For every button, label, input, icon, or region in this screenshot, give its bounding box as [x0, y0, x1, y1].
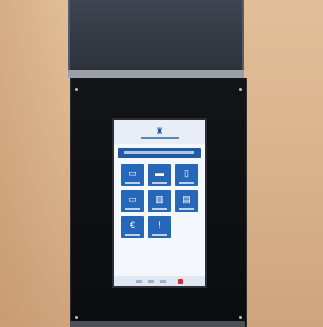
service-tile-grid: ▭ ▬ ▯ ▭ ▥ ▤ € !	[114, 162, 205, 238]
tile-card[interactable]: ▭	[121, 164, 144, 186]
chart-icon: ▥	[155, 194, 164, 204]
tile-chart[interactable]: ▥	[148, 190, 171, 212]
tile-info[interactable]: !	[148, 216, 171, 238]
screw-bottom-left	[75, 316, 78, 319]
screw-bottom-right	[239, 316, 242, 319]
card-icon: ▭	[128, 168, 137, 178]
tile-label-blur	[179, 208, 194, 210]
kiosk-touchscreen[interactable]: ♜ ▭ ▬ ▯ ▭ ▥ ▤ € !	[112, 118, 207, 288]
screen-title-bar	[118, 148, 201, 158]
screen-footer	[114, 276, 205, 286]
tile-label-blur	[125, 234, 140, 236]
document-icon: ▯	[184, 168, 189, 178]
tile-euro[interactable]: €	[121, 216, 144, 238]
tile-label-blur	[125, 182, 140, 184]
tile-label-blur	[152, 208, 167, 210]
kiosk-top-lip	[68, 70, 244, 78]
brand-line	[140, 136, 179, 139]
footer-button[interactable]	[160, 279, 166, 283]
wall-shadow	[0, 0, 70, 327]
id-card-icon: ▭	[128, 194, 137, 204]
tile-car[interactable]: ▬	[148, 164, 171, 186]
kiosk-top-housing	[68, 0, 244, 72]
exit-icon[interactable]	[178, 278, 183, 284]
form-icon: ▤	[182, 194, 191, 204]
tile-label-blur	[179, 182, 194, 184]
tile-label-blur	[152, 182, 167, 184]
tile-label-blur	[152, 234, 167, 236]
tile-id-card[interactable]: ▭	[121, 190, 144, 212]
screen-header: ♜	[114, 120, 205, 144]
title-text-blur	[124, 151, 194, 154]
footer-button[interactable]	[136, 279, 142, 283]
kiosk-bottom-ledge	[70, 321, 245, 327]
tile-label-blur	[125, 208, 140, 210]
screw-top-right	[239, 88, 242, 91]
euro-icon: €	[129, 220, 135, 230]
info-icon: !	[158, 220, 161, 230]
tile-form[interactable]: ▤	[175, 190, 198, 212]
car-icon: ▬	[155, 168, 164, 178]
screw-top-left	[75, 88, 78, 91]
footer-button[interactable]	[148, 279, 154, 283]
logo-icon: ♜	[155, 125, 164, 136]
tile-document[interactable]: ▯	[175, 164, 198, 186]
